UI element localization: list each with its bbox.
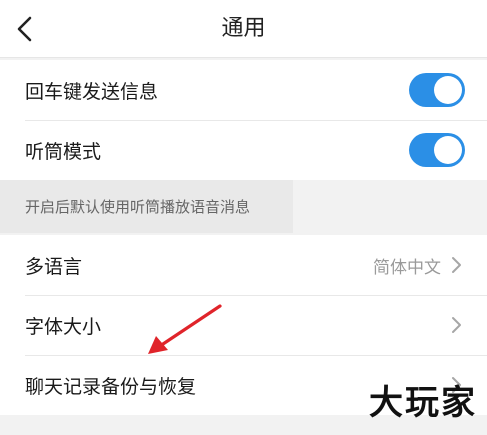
enter-key-send-label: 回车键发送信息	[25, 80, 159, 103]
back-button[interactable]	[6, 9, 46, 49]
earpiece-mode-toggle[interactable]	[409, 133, 465, 167]
earpiece-mode-label: 听筒模式	[25, 140, 102, 163]
message-settings-group: 回车键发送信息 听筒模式	[0, 60, 487, 180]
nav-bar: 通用	[0, 0, 487, 58]
enter-key-send-row: 回车键发送信息	[0, 60, 487, 120]
earpiece-mode-hint: 开启后默认使用听筒播放语音消息	[0, 180, 293, 233]
annotation-arrow-icon	[148, 304, 222, 354]
toggle-knob	[434, 136, 462, 164]
language-row[interactable]: 多语言 简体中文	[0, 235, 487, 295]
watermark: 大玩家	[369, 383, 477, 423]
chevron-right-icon	[449, 253, 465, 277]
font-size-row[interactable]: 字体大小	[0, 295, 487, 355]
language-value: 简体中文	[373, 257, 441, 278]
general-settings-screen: 通用 回车键发送信息 听筒模式 开启后默认使用听筒播放语音消息 多语言 简体中文	[0, 0, 487, 435]
enter-key-send-toggle[interactable]	[409, 73, 465, 107]
font-size-label: 字体大小	[25, 315, 102, 338]
chevron-left-icon	[17, 16, 32, 42]
earpiece-mode-row: 听筒模式	[0, 120, 487, 180]
language-label: 多语言	[25, 255, 83, 278]
chevron-right-icon	[449, 313, 465, 337]
toggle-knob	[434, 76, 462, 104]
page-title: 通用	[221, 16, 266, 41]
hint-text: 开启后默认使用听筒播放语音消息	[25, 198, 251, 216]
